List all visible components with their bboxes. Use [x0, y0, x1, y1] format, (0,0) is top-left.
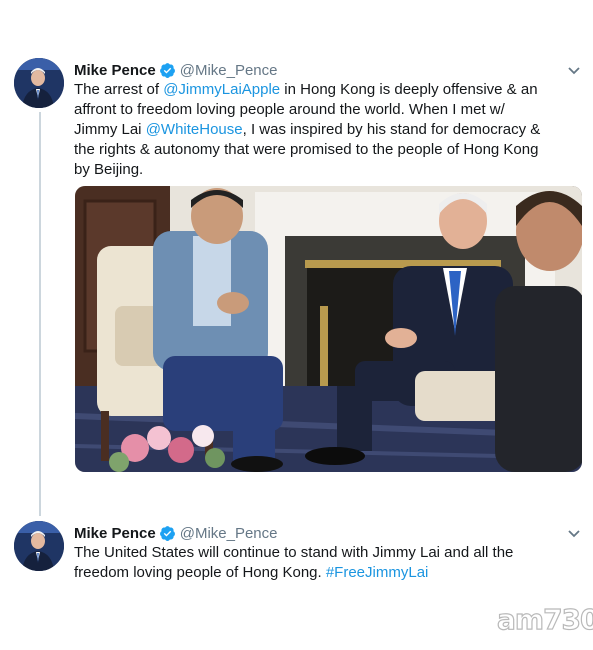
tweet-text-line: The United States will continue to stand…	[74, 544, 514, 561]
avatar[interactable]	[14, 521, 64, 571]
tweet-text: The United States will continue to stand…	[74, 543, 579, 583]
chevron-down-icon[interactable]	[565, 64, 583, 78]
tweet-media-photo[interactable]	[75, 186, 582, 472]
tweet-text-line: Jimmy Lai @WhiteHouse, I was inspired by…	[74, 121, 541, 138]
tweet-header: Mike Pence @Mike_Pence	[74, 60, 278, 80]
avatar-image	[14, 521, 64, 571]
author-name[interactable]: Mike Pence	[74, 62, 156, 79]
mention-link[interactable]: @JimmyLaiApple	[163, 81, 280, 98]
author-handle[interactable]: @Mike_Pence	[180, 62, 278, 79]
verified-badge-icon	[159, 525, 176, 542]
tweet-header: Mike Pence @Mike_Pence	[74, 523, 278, 543]
thread-connector-line	[39, 112, 41, 516]
tweet-text-line: by Beijing.	[74, 161, 144, 178]
hashtag-link[interactable]: #FreeJimmyLai	[326, 564, 429, 581]
chevron-down-icon[interactable]	[565, 527, 583, 541]
tweet-text-line: the rights & autonomy that were promised…	[74, 141, 539, 158]
tweet-text: The arrest of @JimmyLaiApple in Hong Kon…	[74, 80, 579, 180]
author-handle[interactable]: @Mike_Pence	[180, 525, 278, 542]
tweet-text-line: affront to freedom loving people around …	[74, 101, 505, 118]
mention-link[interactable]: @WhiteHouse	[146, 121, 243, 138]
verified-badge-icon	[159, 62, 176, 79]
avatar-image	[14, 58, 64, 108]
tweet-text-line: The arrest of @JimmyLaiApple in Hong Kon…	[74, 81, 538, 98]
meeting-photo	[75, 186, 582, 472]
am730-watermark-logo: am730	[496, 602, 593, 636]
author-name[interactable]: Mike Pence	[74, 525, 156, 542]
tweet-text-line: freedom loving people of Hong Kong. #Fre…	[74, 564, 429, 581]
avatar[interactable]	[14, 58, 64, 108]
